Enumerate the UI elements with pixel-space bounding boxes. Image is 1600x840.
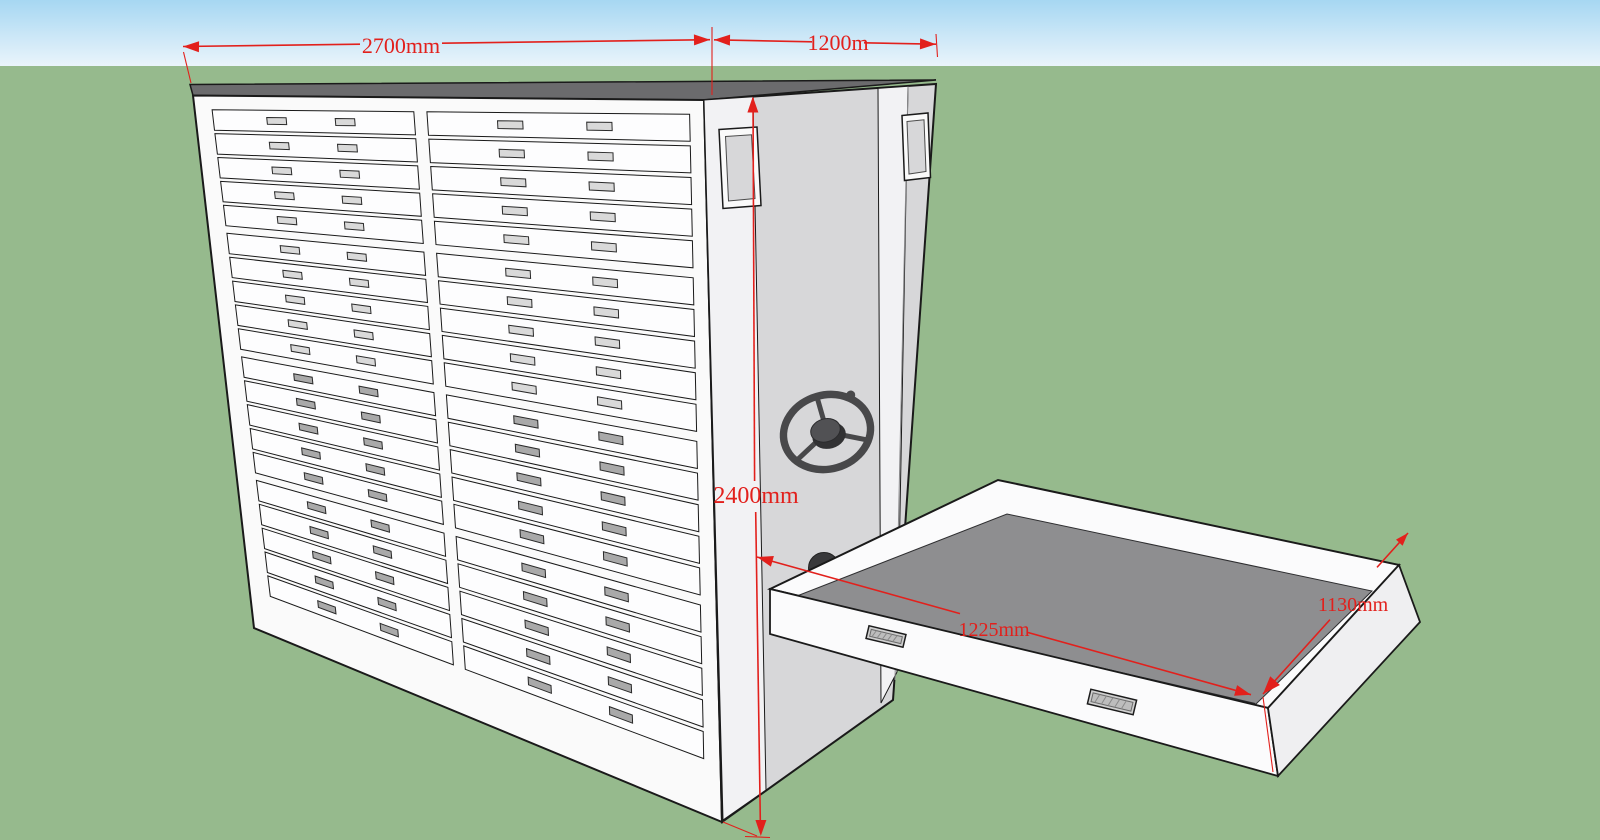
dim-cabinet-height: 2400mm bbox=[713, 483, 799, 509]
drawer-handle bbox=[499, 149, 524, 158]
drawer-handle bbox=[590, 212, 615, 222]
drawer-handle bbox=[501, 178, 526, 187]
drawer-handle bbox=[277, 217, 297, 225]
drawer-handle bbox=[498, 121, 524, 129]
drawer-handle bbox=[504, 235, 529, 245]
card-holder-inner bbox=[726, 135, 756, 201]
drawer-handle bbox=[280, 246, 300, 255]
dim-tray-width: 1225mm bbox=[958, 619, 1030, 641]
3d-viewport[interactable]: 2700mm 1200m 2400mm 1225mm 1130mm bbox=[0, 0, 1600, 840]
drawer-handle bbox=[272, 167, 292, 175]
drawer-handle bbox=[587, 122, 613, 131]
drawer-handle bbox=[340, 170, 360, 178]
drawer-front bbox=[212, 110, 415, 135]
dim-cabinet-width: 2700mm bbox=[362, 33, 440, 58]
card-holder-inner bbox=[907, 120, 926, 174]
drawer-handle bbox=[275, 192, 295, 200]
drawer-handle bbox=[335, 119, 355, 126]
drawer-handle bbox=[347, 252, 367, 261]
drawer-handle bbox=[588, 152, 613, 161]
drawer-handle bbox=[342, 196, 362, 204]
drawer-handle bbox=[269, 142, 289, 149]
sky bbox=[0, 0, 1600, 66]
drawer-handle bbox=[502, 206, 527, 215]
drawer-handle bbox=[338, 144, 358, 152]
drawer-handle bbox=[267, 118, 287, 125]
dim-cabinet-depth: 1200m bbox=[807, 30, 868, 55]
drawer-handle bbox=[344, 222, 364, 231]
drawer-handle bbox=[591, 242, 616, 252]
scene-canvas[interactable]: 2700mm 1200m 2400mm 1225mm 1130mm bbox=[0, 0, 1600, 840]
dim-tray-depth: 1130mm bbox=[1318, 594, 1389, 616]
drawer-handle bbox=[589, 182, 614, 191]
